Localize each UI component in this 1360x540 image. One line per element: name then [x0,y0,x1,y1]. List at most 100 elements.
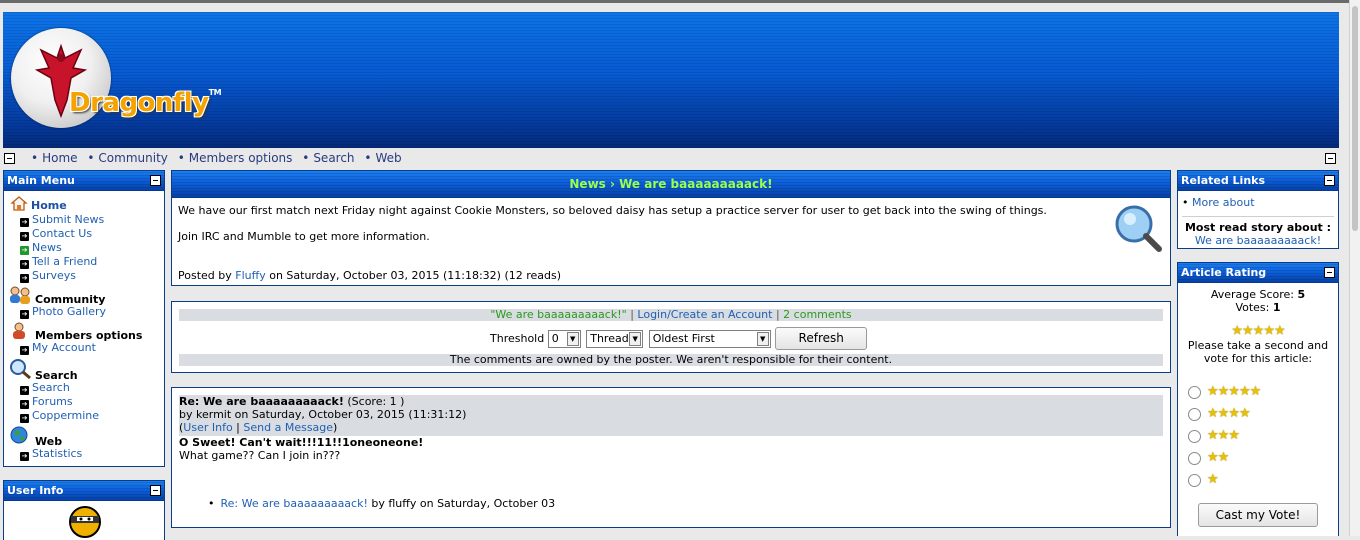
menu-link-label: Statistics [32,447,83,460]
menu-link-news[interactable]: ➔ News [10,241,164,255]
login-create-account-link[interactable]: Login/Create an Account [637,308,772,321]
menu-section-web: Web ➔ Statistics [4,426,164,461]
arrow-icon: ➔ [20,346,29,355]
related-links-title: Related Links [1181,174,1266,187]
cast-vote-button[interactable]: Cast my Vote! [1198,503,1318,527]
comment-send-message-link[interactable]: Send a Message [243,421,333,434]
vote-option-4[interactable]: ★★★★ [1188,403,1260,425]
nav-item-label: Search [313,151,355,165]
related-links-block: Related Links • More about Most read sto… [1177,170,1339,249]
comment-count-link[interactable]: 2 comments [783,308,852,321]
arrow-icon: ➔ [20,414,29,423]
nav-item-search[interactable]: • Search [302,151,354,165]
vote-radio[interactable] [1188,429,1201,443]
comment-user-info-link[interactable]: User Info [183,421,232,434]
comments-article-title-link[interactable]: "We are baaaaaaaaack!" [490,308,626,321]
article-paragraph-2: Join IRC and Mumble to get more informat… [178,230,430,243]
article-breadcrumb[interactable]: News › We are baaaaaaaaack! [172,171,1170,198]
menu-section-members-options: Members options ➔ My Account [4,322,164,355]
vote-radio[interactable] [1188,385,1201,399]
scrollbar-thumb[interactable] [1352,6,1358,231]
menu-link-label: Tell a Friend [32,255,98,268]
menu-web-heading: Web [35,435,63,448]
menu-link-photo-gallery[interactable]: ➔ Photo Gallery [10,305,164,319]
menu-community-heading: Community [35,293,106,306]
menu-link-contact-us[interactable]: ➔ Contact Us [10,227,164,241]
star-icon: ★★★★★ [1207,384,1261,399]
reply-link[interactable]: Re: We are baaaaaaaaack! [221,497,368,510]
main-menu-block: Main Menu Home ➔ Submit News ➔ Contact Us … [3,170,165,467]
arrow-icon: ➔ [20,452,29,461]
user-info-header: User Info [4,481,164,501]
arrow-icon: ➔ [20,400,29,409]
star-icon: ★★★★★ [1231,323,1285,339]
chevron-down-icon: ▼ [756,331,769,346]
threshold-select[interactable]: 0 ▼ [547,329,581,348]
menu-link-submit-news[interactable]: ➔ Submit News [10,213,164,227]
nav-item-home[interactable]: • Home [31,151,78,165]
vote-option-1[interactable]: ★ [1188,469,1260,491]
user-info-block: User Info [3,480,165,540]
main-menu-collapse-button[interactable] [150,175,161,186]
more-about-link[interactable]: More about [1192,196,1255,209]
news-topic-magnifier-icon[interactable] [1112,202,1164,254]
nav-item-community[interactable]: • Community [87,151,168,165]
menu-link-label: Surveys [32,269,76,282]
star-icon: ★★ [1207,450,1229,465]
refresh-button[interactable]: Refresh [775,327,868,350]
menu-link-label: My Account [32,341,96,354]
community-icon [10,286,30,304]
collapse-left-column-button[interactable] [4,153,15,164]
members-icon [13,322,25,339]
collapse-right-column-button[interactable] [1325,153,1336,164]
menu-link-coppermine[interactable]: ➔ Coppermine [10,409,164,423]
user-info-title: User Info [7,484,64,497]
main-menu-header: Main Menu [4,171,164,191]
article-body: We have our first match next Friday nigh… [172,198,1170,282]
menu-members-heading: Members options [35,329,143,342]
author-link[interactable]: Fluffy [235,269,265,282]
vote-radio[interactable] [1188,473,1201,487]
active-arrow-icon: ➔ [20,246,29,255]
most-read-link[interactable]: We are baaaaaaaaack! [1182,234,1334,247]
sort-order-select[interactable]: Oldest First ▼ [648,329,771,348]
menu-link-forums[interactable]: ➔ Forums [10,395,164,409]
related-links-collapse-button[interactable] [1324,175,1335,186]
nav-item-web[interactable]: • Web [364,151,401,165]
chevron-down-icon: ▼ [566,331,579,346]
thread-mode-select[interactable]: Thread ▼ [586,329,644,348]
globe-icon [10,426,28,444]
comment-text: What game?? Can I join in??? [179,449,341,462]
arrow-icon: ➔ [20,260,29,269]
menu-link-surveys[interactable]: ➔ Surveys [10,269,164,283]
window-top-border [0,0,1360,3]
most-read-section: Most read story about : We are baaaaaaaa… [1182,216,1334,247]
menu-link-label: Forums [32,395,73,408]
ninja-avatar-icon [69,506,101,538]
page-scrollbar[interactable] [1349,0,1360,536]
vote-option-2[interactable]: ★★ [1188,447,1260,469]
vote-prompt: Please take a second and vote for this a… [1187,339,1329,365]
menu-link-tell-a-friend[interactable]: ➔ Tell a Friend [10,255,164,269]
logo-text: Dragonfly [69,88,209,118]
vote-radio[interactable] [1188,451,1201,465]
threshold-label: Threshold [490,332,545,345]
average-score-label: Average Score: [1210,288,1295,301]
comment-title: Re: We are baaaaaaaaack! [179,395,344,408]
arrow-icon: ➔ [20,310,29,319]
nav-item-members-options[interactable]: • Members options [178,151,293,165]
vote-option-5[interactable]: ★★★★★ [1188,381,1261,403]
menu-link-search[interactable]: ➔ Search [10,381,164,395]
star-icon: ★ [1207,472,1219,487]
vote-radio[interactable] [1188,407,1201,421]
vote-option-3[interactable]: ★★★ [1188,425,1260,447]
arrow-icon: ➔ [20,274,29,283]
comment-headline: O Sweet! Can't wait!!!11!!1oneoneone! [179,436,424,449]
menu-home-link[interactable]: Home [31,199,67,212]
arrow-icon: ➔ [20,386,29,395]
menu-link-my-account[interactable]: ➔ My Account [10,341,164,355]
related-links-content: • More about Most read story about : We … [1178,191,1338,247]
user-info-collapse-button[interactable] [150,485,161,496]
menu-link-statistics[interactable]: ➔ Statistics [10,447,164,461]
article-rating-collapse-button[interactable] [1324,267,1335,278]
